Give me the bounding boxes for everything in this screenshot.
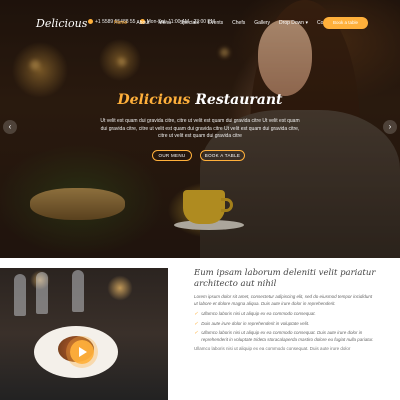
- check-item-text: Ullamco laboris nisi ut aliquip ex ea co…: [201, 311, 316, 316]
- check-item-text: Duis aute irure dolor in reprehenderit i…: [201, 320, 310, 326]
- check-circle-icon: ✓: [194, 311, 199, 317]
- nav-item-gallery[interactable]: Gallery: [254, 20, 270, 26]
- site-logo[interactable]: Delicious: [36, 17, 87, 30]
- nav-item-dropdown-label: Drop Down: [279, 20, 305, 26]
- check-list-item: ✓ Duis aute irure dolor in reprehenderit…: [194, 321, 376, 328]
- about-check-list: ✓ Ullamco laboris nisi ut aliquip ex ea …: [194, 311, 376, 343]
- play-video-button[interactable]: [70, 340, 94, 364]
- wine-glass: [14, 274, 26, 316]
- carousel-next-button[interactable]: ›: [383, 120, 397, 134]
- nav-item-specials[interactable]: Specials: [180, 20, 199, 26]
- book-table-hero-button[interactable]: BOOK A TABLE: [200, 150, 245, 161]
- about-intro: Lorem ipsum dolor sit amet, consectetur …: [194, 294, 373, 306]
- about-title: Eum ipsam laborum deleniti velit pariatu…: [194, 268, 376, 289]
- wine-glass: [72, 270, 84, 312]
- nav-item-about[interactable]: About: [136, 20, 149, 26]
- wine-glass: [36, 272, 48, 314]
- hero-title-part1: Delicious: [117, 92, 191, 108]
- check-circle-icon: ✓: [194, 320, 199, 327]
- hero-title-part2: Restaurant: [195, 92, 283, 108]
- nav-item-dropdown[interactable]: Drop Down ▾: [279, 20, 308, 26]
- nav-item-chefs[interactable]: Chefs: [232, 20, 245, 26]
- our-menu-button[interactable]: OUR MENU: [152, 150, 192, 161]
- hero-description: Ut velit est quam dui gravida citre, cit…: [100, 118, 300, 139]
- check-list-item: ✓ Ullamco laboris nisi ut aliquip ex ea …: [194, 330, 376, 343]
- about-section: Eum ipsam laborum deleniti velit pariatu…: [194, 268, 376, 353]
- hero-title: Delicious Restaurant: [0, 92, 400, 108]
- main-nav: Home About Menu Specials Events Chefs Ga…: [114, 20, 334, 26]
- chevron-down-icon: ▾: [305, 20, 308, 26]
- about-footer-text: Ullamco laboris nisi ut aliquip ex ea co…: [194, 346, 351, 351]
- check-item-text: Ullamco laboris nisi ut aliquip ex ea co…: [201, 330, 374, 342]
- hero-section: Delicious +1 5589 55488 55 Mon-Sat: 11:0…: [0, 0, 400, 258]
- check-circle-icon: ✓: [194, 330, 199, 336]
- book-table-button[interactable]: Book a table: [323, 17, 368, 29]
- nav-item-menu[interactable]: Menu: [158, 20, 171, 26]
- carousel-prev-button[interactable]: ‹: [3, 120, 17, 134]
- nav-item-home[interactable]: Home: [114, 20, 127, 26]
- phone-icon: [88, 19, 93, 25]
- about-photo: [0, 268, 168, 400]
- check-list-item: ✓ Ullamco laboris nisi ut aliquip ex ea …: [194, 311, 376, 318]
- nav-item-events[interactable]: Events: [208, 20, 223, 26]
